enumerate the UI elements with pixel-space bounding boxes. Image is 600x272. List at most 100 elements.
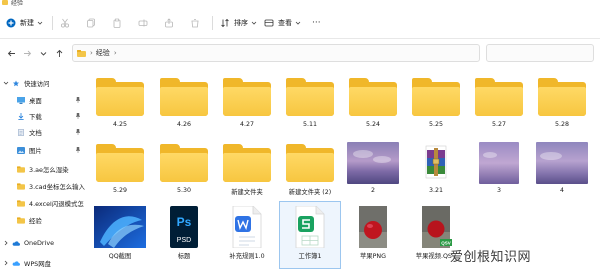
sort-icon [221,18,229,28]
sidebar-item-quick-access[interactable]: 快速访问 [0,76,86,90]
file-name: 新建文件夹 [231,189,263,196]
title-bar: 经验 [0,0,600,7]
sidebar-item-label: 4.excel闪退模式怎 [29,199,84,208]
document-icon [18,128,24,136]
sidebar-item-label: 下载 [29,112,42,121]
image-file-item[interactable]: 2 [343,138,403,204]
copy-button[interactable] [86,15,96,31]
sidebar-item-folder[interactable]: 3.cad坐标怎么输入 [0,179,86,193]
folder-item[interactable]: 新建文件夹 [217,138,277,204]
desktop-icon [17,96,25,104]
chevron-down-icon [3,81,9,85]
file-name: 3.21 [428,187,444,194]
psd-file-item[interactable]: Ps PSD 标题 [154,202,214,268]
file-name: 3 [496,187,501,194]
back-button[interactable] [4,46,18,60]
folder-item[interactable]: 5.27 [469,72,529,138]
new-label: 新建 [20,19,34,27]
image-file-item[interactable]: QQ截图 [90,202,150,268]
wps-writer-icon [221,205,273,249]
sort-label: 排序 [234,19,248,27]
folder-icon [17,182,25,190]
video-thumbnail: QSV [410,206,462,248]
ps-mark: Ps [177,215,192,229]
delete-button[interactable] [190,15,200,31]
wps-spreadsheet-icon [284,205,336,249]
sort-button[interactable]: 排序 [220,15,257,31]
chevron-down-icon [40,51,46,56]
arrow-left-icon [7,50,15,56]
window-title: 经验 [11,0,24,7]
folder-item[interactable]: 5.11 [280,72,340,138]
sidebar-item-label: WPS网盘 [24,259,52,268]
folder-item[interactable]: 4.26 [154,72,214,138]
chevron-down-icon [37,21,43,25]
view-button[interactable]: 查看 [264,15,301,31]
spreadsheet-file-item[interactable]: 工作簿1 [279,201,341,269]
folder-item[interactable]: 5.28 [532,72,592,138]
breadcrumb-separator-icon: › [90,49,93,57]
folder-item[interactable]: 4.25 [90,72,150,138]
trash-icon [191,19,199,28]
more-options-button[interactable]: ··· [312,15,321,31]
folder-icon [221,142,273,184]
sidebar-item-wps[interactable]: WPS网盘 [0,256,86,270]
file-name: 4 [559,187,564,194]
new-button[interactable]: 新建 [6,15,43,31]
image-thumbnail [536,142,588,184]
folder-icon [94,76,146,118]
image-file-item[interactable]: 4 [532,138,592,204]
scissors-icon [60,18,70,28]
folder-icon [17,165,25,173]
navigation-pane: 快速访问 桌面 下载 文档 图片 3.ae怎么湿染 3.cad坐标怎么输入 4.… [0,66,86,272]
rename-icon [138,19,148,27]
pin-icon [76,97,80,103]
plus-circle-icon [6,18,16,28]
folder-icon [77,49,86,57]
view-icon [264,19,274,27]
sidebar-item-label: 图片 [29,146,42,155]
image-thumbnail [473,142,525,184]
image-file-item[interactable]: 苹果PNG [343,202,403,268]
archive-file-item[interactable]: 3.21 [406,138,466,204]
folder-item[interactable]: 5.24 [343,72,403,138]
sidebar-item-onedrive[interactable]: OneDrive [0,236,86,250]
sidebar-item-downloads[interactable]: 下载 [0,109,86,123]
sidebar-item-folder[interactable]: 经验 [0,213,86,227]
chevron-down-icon [251,21,257,25]
folder-item[interactable]: 5.25 [406,72,466,138]
file-name: 标题 [177,253,191,260]
watermark-text: 爱创根知识网 [450,250,532,265]
up-button[interactable] [52,46,66,60]
sidebar-item-documents[interactable]: 文档 [0,125,86,139]
sidebar-item-label: 桌面 [29,96,42,105]
sidebar-item-desktop[interactable]: 桌面 [0,93,86,107]
document-file-item[interactable]: 补充规则1.0 [217,202,277,268]
picture-icon [17,146,25,154]
search-input[interactable] [486,44,594,62]
chevron-right-icon [4,260,8,266]
address-bar[interactable]: › 经验 › [72,44,480,62]
folder-item[interactable]: 新建文件夹 (2) [280,138,340,204]
folder-item[interactable]: 4.27 [217,72,277,138]
share-button[interactable] [164,15,174,31]
sidebar-item-pictures[interactable]: 图片 [0,143,86,157]
folder-item[interactable]: 5.30 [154,138,214,204]
folder-icon [158,142,210,184]
file-name: 4.26 [176,121,192,128]
folder-item[interactable]: 5.29 [90,138,150,204]
image-file-item[interactable]: 3 [469,138,529,204]
cut-button[interactable] [60,15,70,31]
folder-icon [473,76,525,118]
toolbar-divider [52,16,53,30]
forward-button[interactable] [20,46,34,60]
recent-locations-button[interactable] [36,46,50,60]
rename-button[interactable] [138,15,148,31]
sidebar-item-folder[interactable]: 4.excel闪退模式怎 [0,196,86,210]
breadcrumb-item[interactable]: 经验 [96,48,110,58]
sidebar-item-label: 快速访问 [24,79,50,88]
folder-icon [17,216,25,224]
paste-button[interactable] [112,15,122,31]
file-name: 新建文件夹 (2) [288,189,332,196]
sidebar-item-folder[interactable]: 3.ae怎么湿染 [0,162,86,176]
